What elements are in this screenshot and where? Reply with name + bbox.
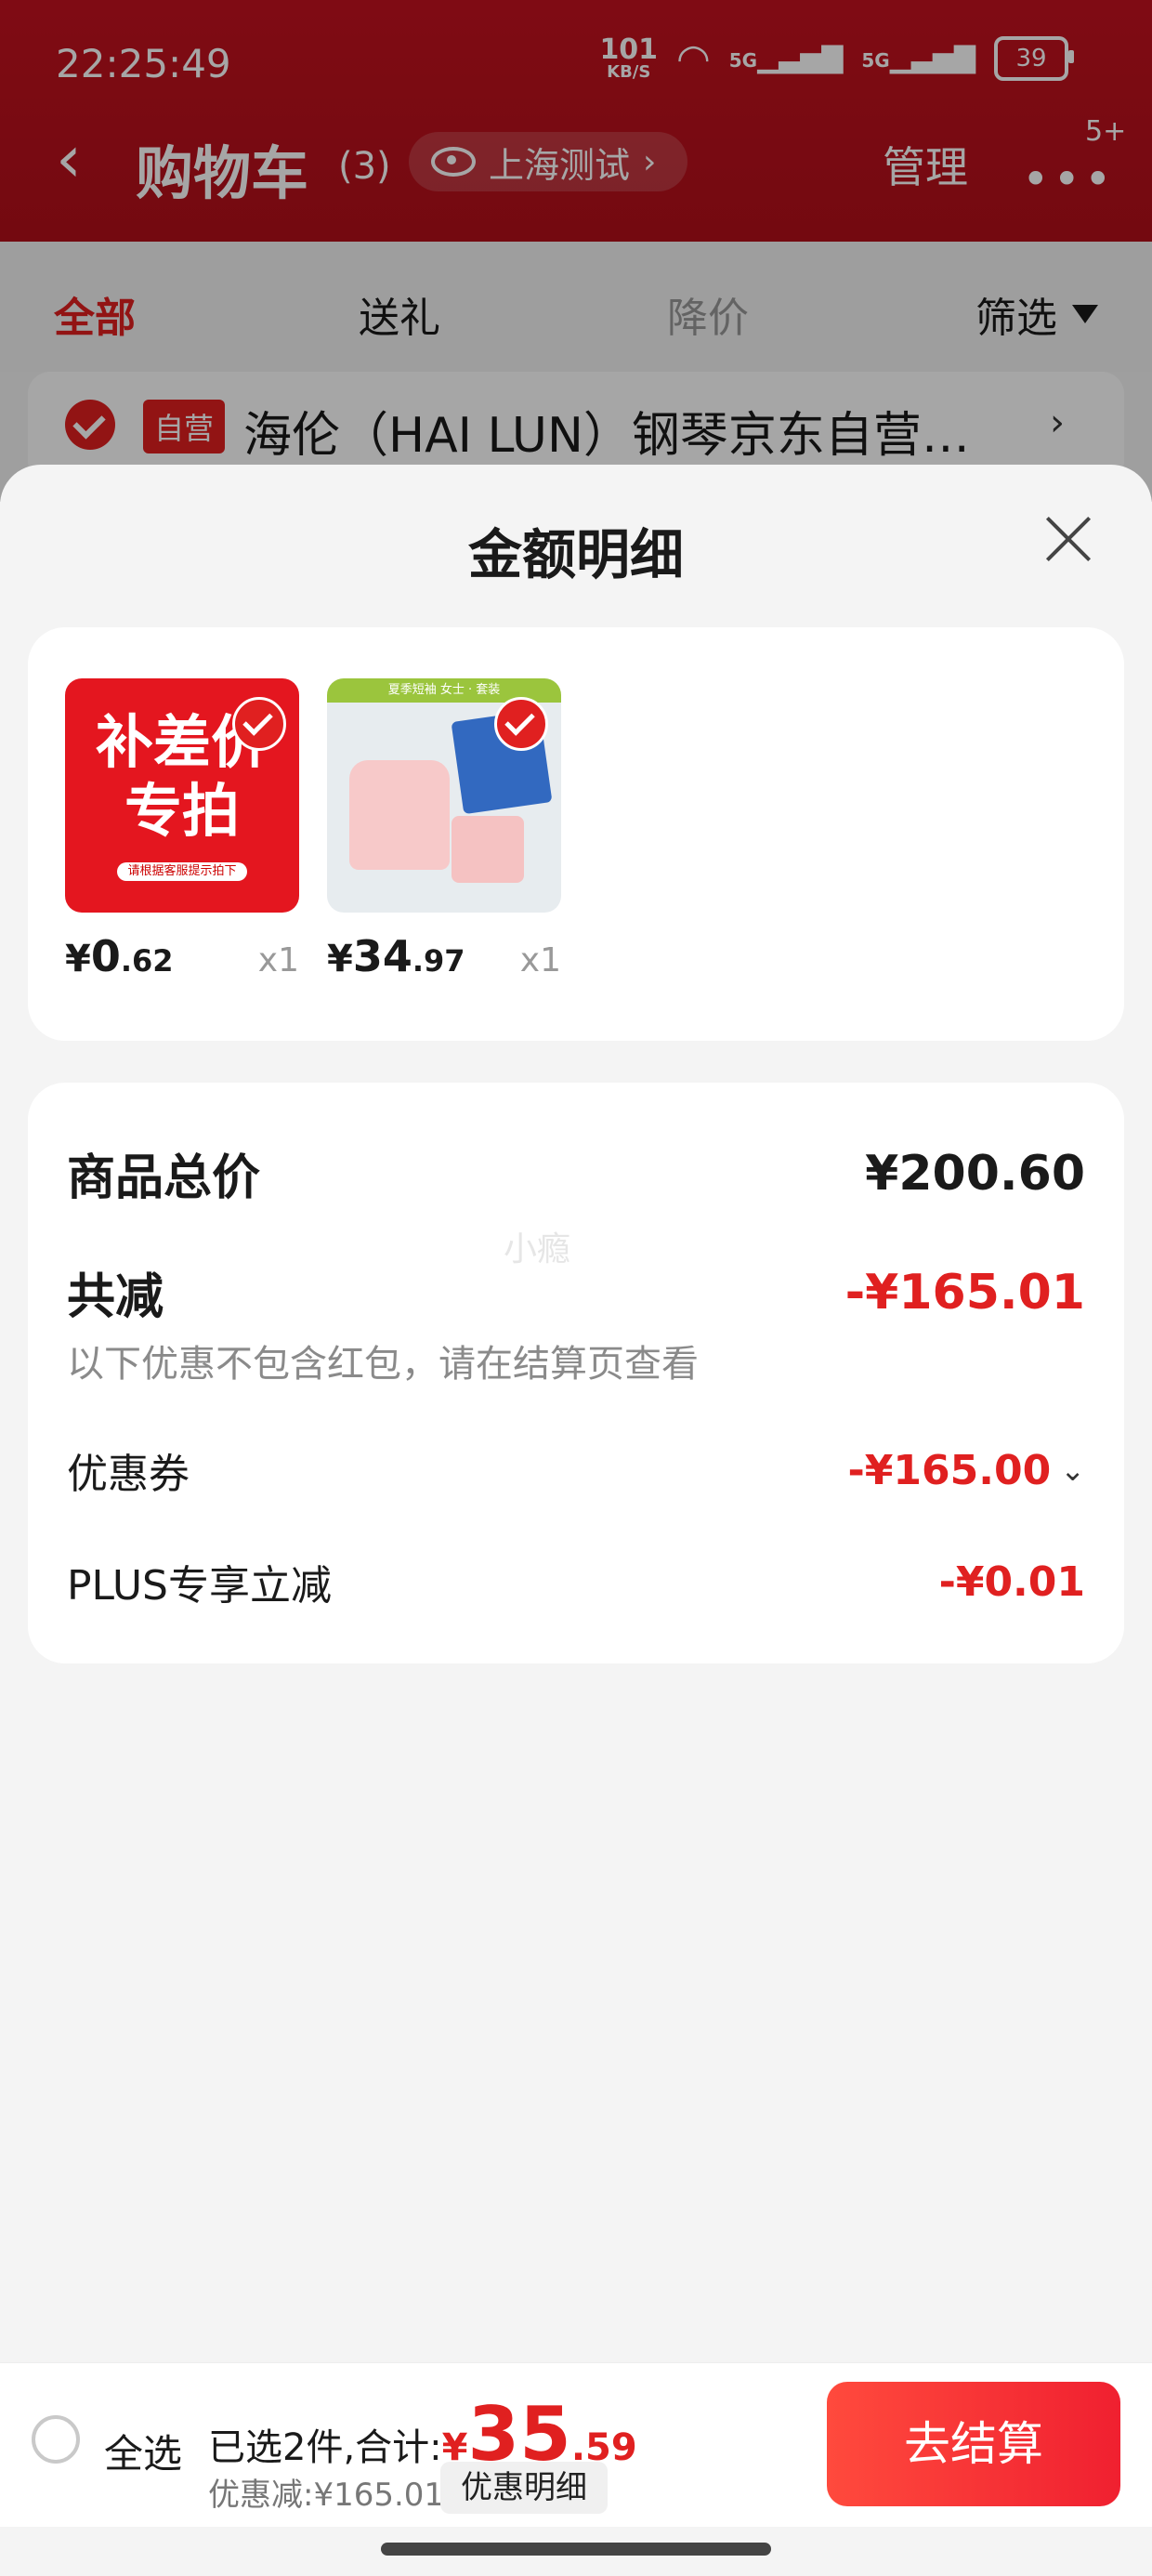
coupon-row[interactable]: 优惠券 -¥165.00 ⌄ (67, 1440, 1085, 1500)
select-all-radio[interactable] (32, 2415, 80, 2464)
total-price-label: 商品总价 (67, 1150, 261, 1206)
sheet-title: 金额明细 (467, 523, 684, 586)
coupon-value: -¥165.00 (847, 1446, 1052, 1494)
plus-reduce-value: -¥0.01 (938, 1557, 1085, 1606)
overlay-dim[interactable] (0, 0, 1152, 502)
product-price: ¥34.97 (327, 931, 465, 981)
discount-info: 优惠减:¥165.01 (208, 2477, 445, 2514)
product-price: ¥0.62 (65, 931, 174, 981)
chevron-down-icon: ⌄ (1060, 1452, 1085, 1488)
product-thumbnail: 夏季短袖 女士 · 套装 (327, 678, 561, 913)
checkout-button[interactable]: 去结算 (827, 2382, 1120, 2506)
product-qty: x1 (519, 941, 561, 979)
total-reduce-value: -¥165.01 (844, 1264, 1085, 1321)
checked-icon (494, 697, 548, 751)
total-price-row: 商品总价 ¥200.60 (67, 1138, 1085, 1208)
reduce-note: 以下优惠不包含红包，请在结算页查看 (67, 1343, 699, 1386)
total-price-value: ¥200.60 (865, 1145, 1085, 1202)
price-summary-card: 小瘾 商品总价 ¥200.60 共减 -¥165.01 以下优惠不包含红包，请在… (28, 1083, 1124, 1663)
product-qty: x1 (257, 941, 299, 979)
plus-reduce-label: PLUS专享立减 (67, 1562, 332, 1610)
product-item[interactable]: 夏季短袖 女士 · 套装 ¥34.97 x1 (327, 678, 561, 981)
close-icon[interactable] (1041, 511, 1096, 567)
home-indicator[interactable] (381, 2543, 771, 2556)
checked-icon (232, 697, 286, 751)
total-reduce-label: 共减 (67, 1269, 164, 1325)
coupon-label: 优惠券 (67, 1451, 190, 1498)
products-card: 补差价 专拍 请根据客服提示拍下 ¥0.62 x1 夏季短袖 女士 · 套装 ¥… (28, 627, 1124, 1041)
product-item[interactable]: 补差价 专拍 请根据客服提示拍下 ¥0.62 x1 (65, 678, 299, 981)
product-thumbnail: 补差价 专拍 请根据客服提示拍下 (65, 678, 299, 913)
checkout-bar: 全选 已选2件,合计:¥35.59 优惠减:¥165.01 优惠明细 去结算 (0, 2362, 1152, 2527)
select-all-label[interactable]: 全选 (104, 2423, 182, 2479)
discount-detail-button[interactable]: 优惠明细 (440, 2462, 608, 2514)
total-reduce-row: 共减 -¥165.01 (67, 1257, 1085, 1327)
plus-reduce-row: PLUS专享立减 -¥0.01 (67, 1552, 1085, 1611)
amount-detail-sheet: 金额明细 补差价 专拍 请根据客服提示拍下 ¥0.62 x1 夏季短袖 女士 ·… (0, 465, 1152, 2360)
